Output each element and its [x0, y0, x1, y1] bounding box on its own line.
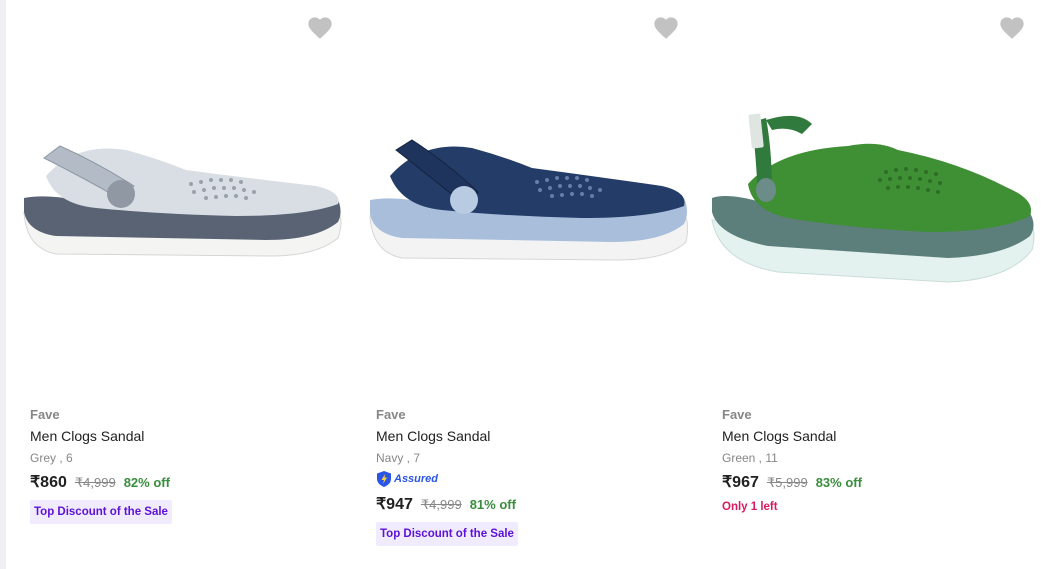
product-title[interactable]: Men Clogs Sandal — [722, 427, 1038, 445]
product-title[interactable]: Men Clogs Sandal — [30, 427, 346, 445]
grey-clog-image[interactable] — [16, 100, 346, 300]
product-brand: Fave — [376, 407, 406, 422]
price-row: ₹947 ₹4,999 81% off — [376, 494, 692, 516]
wishlist-heart-icon[interactable] — [652, 14, 680, 42]
product-mrp: ₹4,999 — [420, 497, 462, 512]
product-discount: 82% off — [123, 475, 170, 490]
product-price: ₹967 — [722, 474, 759, 491]
product-variant: Grey , 6 — [30, 451, 73, 465]
product-title[interactable]: Men Clogs Sandal — [376, 427, 692, 445]
wishlist-heart-icon[interactable] — [998, 14, 1026, 42]
green-clog-image[interactable] — [708, 100, 1038, 300]
navy-clog-image[interactable] — [362, 100, 692, 300]
assured-badge: Assured — [376, 470, 692, 488]
product-card-3[interactable]: Fave Men Clogs Sandal Green , 11 ₹967 ₹5… — [708, 0, 1038, 569]
product-price: ₹860 — [30, 474, 67, 491]
product-price: ₹947 — [376, 496, 413, 513]
product-discount: 81% off — [469, 497, 516, 512]
price-row: ₹967 ₹5,999 83% off — [722, 472, 1038, 494]
wishlist-heart-icon[interactable] — [306, 14, 334, 42]
product-brand: Fave — [30, 407, 60, 422]
left-rail — [0, 0, 6, 569]
product-card-2[interactable]: Fave Men Clogs Sandal Navy , 7 Assured ₹… — [362, 0, 692, 569]
product-discount: 83% off — [815, 475, 862, 490]
product-mrp: ₹5,999 — [766, 475, 808, 490]
product-card-1[interactable]: Fave Men Clogs Sandal Grey , 6 ₹860 ₹4,9… — [16, 0, 346, 569]
assured-label: Assured — [394, 473, 439, 485]
assured-shield-icon — [377, 471, 391, 487]
product-variant: Green , 11 — [722, 451, 778, 465]
sale-badge: Top Discount of the Sale — [30, 500, 172, 524]
product-mrp: ₹4,999 — [74, 475, 116, 490]
sale-badge: Top Discount of the Sale — [376, 522, 518, 546]
stock-note: Only 1 left — [722, 501, 778, 513]
product-brand: Fave — [722, 407, 752, 422]
product-variant: Navy , 7 — [376, 451, 421, 465]
price-row: ₹860 ₹4,999 82% off — [30, 472, 346, 494]
